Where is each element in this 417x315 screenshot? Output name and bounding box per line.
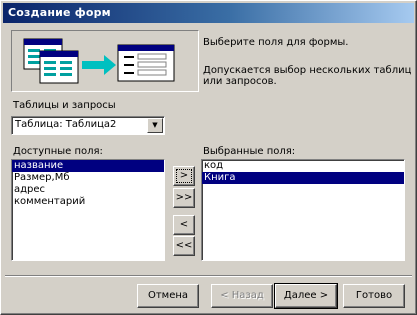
tables-label: Таблицы и запросы: [13, 100, 116, 111]
finish-button-label: Готово: [355, 290, 393, 301]
title-bar[interactable]: Создание форм: [3, 3, 414, 23]
next-button-label: Далее >: [283, 290, 329, 301]
add-field-button[interactable]: >: [173, 166, 195, 186]
back-button[interactable]: < Назад: [211, 284, 273, 308]
list-item[interactable]: код: [202, 160, 404, 172]
finish-button[interactable]: Готово: [343, 284, 405, 308]
selected-fields-list[interactable]: код Книга: [201, 159, 405, 261]
list-item[interactable]: название: [12, 160, 164, 172]
cancel-button[interactable]: Отмена: [137, 284, 199, 308]
remove-field-button[interactable]: <: [173, 215, 195, 235]
list-item[interactable]: адрес: [12, 184, 164, 196]
list-item[interactable]: комментарий: [12, 196, 164, 208]
list-item[interactable]: Размер,Мб: [12, 172, 164, 184]
tables-combobox[interactable]: Таблица: Таблица2 ▼: [11, 116, 165, 135]
tables-combobox-value: Таблица: Таблица2: [15, 119, 117, 130]
button-separator: [5, 275, 412, 277]
window-title: Создание форм: [8, 6, 111, 19]
available-fields-list[interactable]: название Размер,Мб адрес комментарий: [11, 159, 165, 261]
selected-fields-label: Выбранные поля:: [203, 146, 296, 157]
list-item[interactable]: Книга: [202, 172, 404, 184]
description-line-2: Допускается выбор нескольких таблиц или …: [203, 65, 412, 87]
chevron-down-icon[interactable]: ▼: [147, 118, 163, 133]
next-button[interactable]: Далее >: [274, 283, 338, 309]
available-fields-label: Доступные поля:: [13, 146, 103, 157]
wizard-illustration-icon: [23, 38, 175, 84]
remove-all-fields-button[interactable]: <<: [173, 236, 195, 256]
wizard-illustration: [11, 30, 199, 92]
add-all-fields-button[interactable]: >>: [173, 188, 195, 208]
description-line-1: Выберите поля для формы.: [203, 37, 349, 48]
wizard-window: Создание форм Выберите поля для формы. Д…: [0, 0, 417, 315]
back-button-label: < Назад: [220, 290, 264, 301]
cancel-button-label: Отмена: [147, 290, 189, 301]
